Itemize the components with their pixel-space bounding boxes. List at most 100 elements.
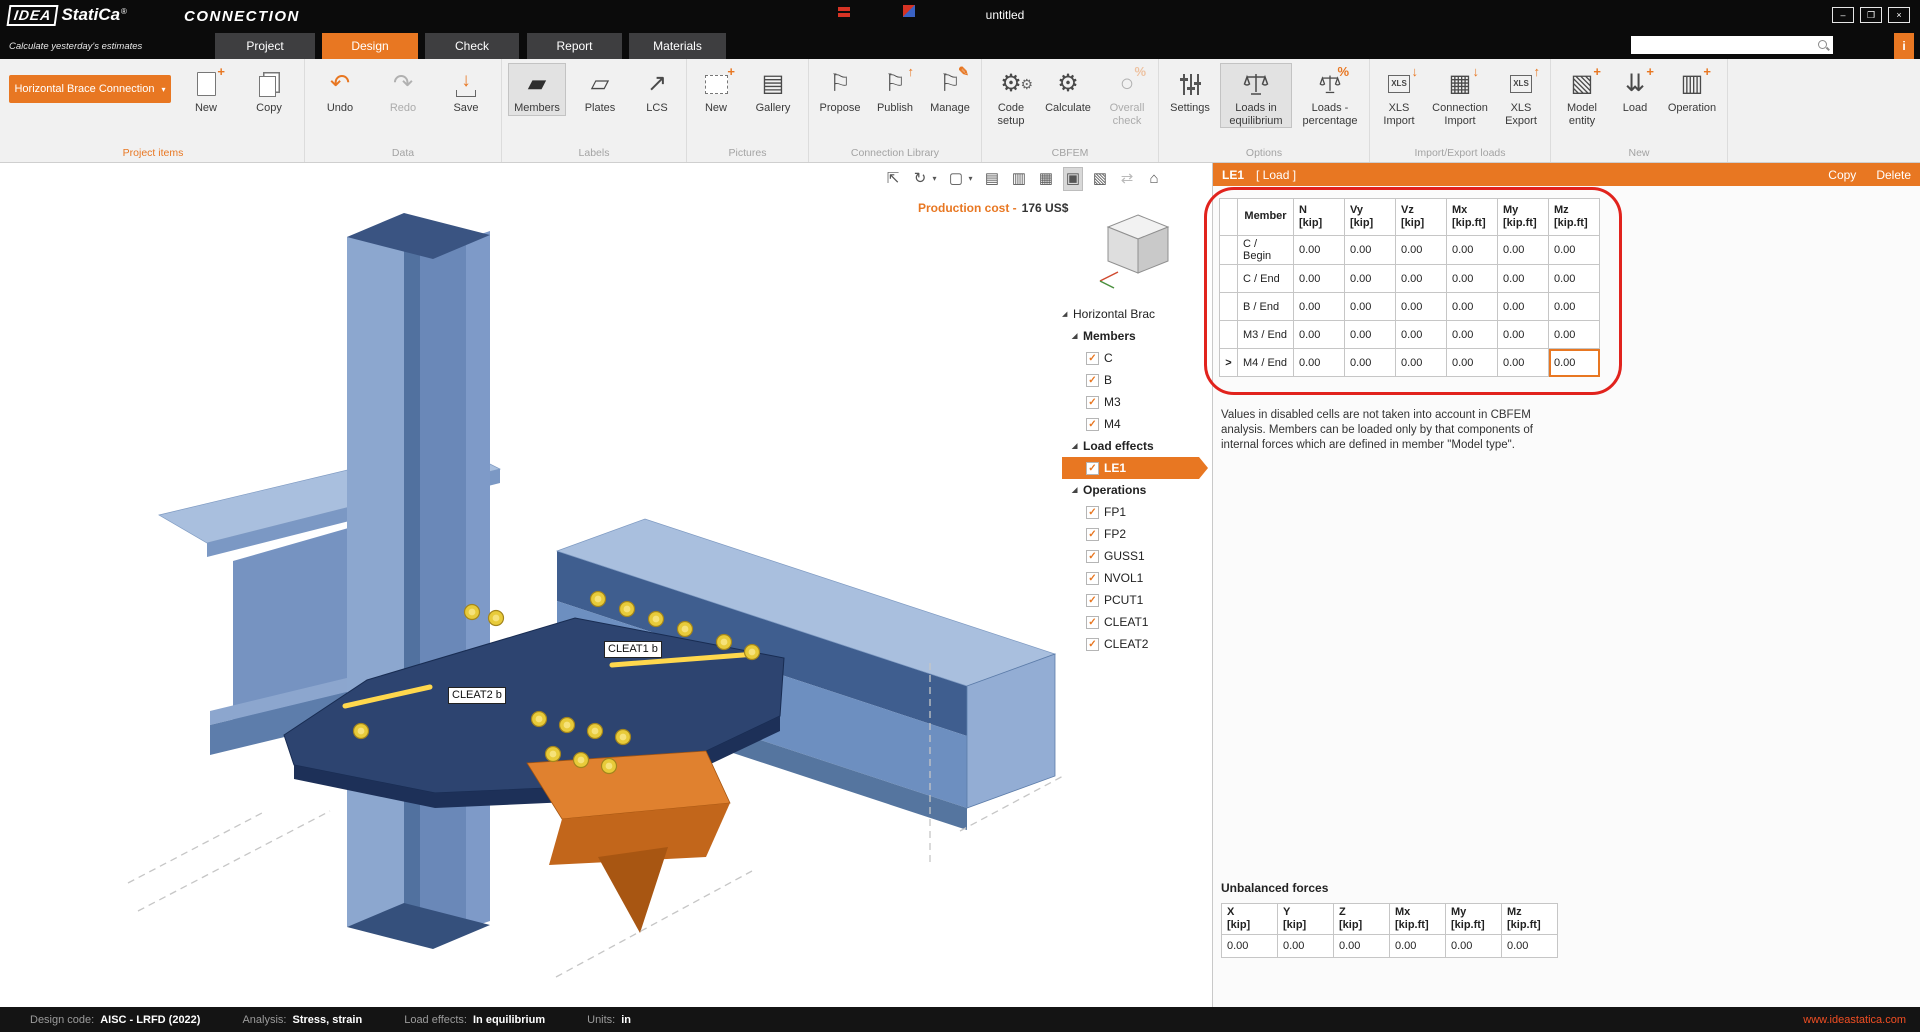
orbit-icon[interactable]: ↻ — [911, 168, 929, 190]
view-transparent-icon[interactable]: ▧ — [1091, 168, 1109, 190]
new-model-entity-button[interactable]: ▧+ Model entity — [1558, 64, 1606, 127]
load-value-cell[interactable]: 0.00 — [1294, 236, 1345, 265]
load-value-cell[interactable]: 0.00 — [1447, 265, 1498, 293]
row-selector[interactable] — [1220, 321, 1238, 349]
checkbox-checked[interactable]: ✓ — [1086, 550, 1099, 563]
load-value-cell[interactable]: 0.00 — [1294, 349, 1345, 377]
undo-button[interactable]: ↶ Undo — [312, 64, 368, 115]
load-value-cell[interactable]: 0.00 — [1396, 321, 1447, 349]
expander-icon[interactable]: ◢ — [1072, 442, 1083, 450]
checkbox-checked[interactable]: ✓ — [1086, 396, 1099, 409]
gallery-button[interactable]: ▤ Gallery — [745, 64, 801, 115]
tree-group-operations[interactable]: ◢ Operations — [1062, 479, 1208, 501]
load-value-cell[interactable]: 0.00 — [1294, 321, 1345, 349]
website-link[interactable]: www.ideastatica.com — [1803, 1014, 1906, 1026]
load-value-cell[interactable]: 0.00 — [1294, 293, 1345, 321]
publish-button[interactable]: ⚐↑ Publish — [871, 64, 919, 115]
tree-group-members[interactable]: ◢ Members — [1062, 325, 1208, 347]
cleat1-model-label[interactable]: CLEAT1 b — [604, 641, 662, 658]
view-shaded-icon[interactable]: ▦ — [1037, 168, 1055, 190]
copy-load-button[interactable]: Copy — [1828, 168, 1856, 182]
checkbox-checked[interactable]: ✓ — [1086, 616, 1099, 629]
load-value-cell[interactable]: 0.00 — [1447, 293, 1498, 321]
new-picture-button[interactable]: + New — [694, 64, 738, 115]
manage-button[interactable]: ⚐✎ Manage — [926, 64, 974, 115]
select-box-icon[interactable]: ▢ — [947, 168, 965, 190]
loads-in-equilibrium-toggle[interactable]: Loads in equilibrium — [1221, 64, 1291, 127]
tree-item-pcut1[interactable]: ✓ PCUT1 — [1062, 589, 1208, 611]
checkbox-checked[interactable]: ✓ — [1086, 374, 1099, 387]
settings-button[interactable]: Settings — [1166, 64, 1214, 115]
connection-import-button[interactable]: ▦↓ Connection Import — [1428, 64, 1492, 127]
view-iso-icon[interactable]: ▤ — [983, 168, 1001, 190]
search-box[interactable] — [1631, 36, 1833, 54]
3d-viewport[interactable]: ⇱ ↻ ▾ ▢ ▾ ▤ ▥ ▦ ▣ ▧ ⇄ ⌂ Production cost … — [0, 163, 1212, 1007]
tree-item-fp2[interactable]: ✓ FP2 — [1062, 523, 1208, 545]
load-value-cell[interactable]: 0.00 — [1549, 236, 1600, 265]
load-value-cell[interactable]: 0.00 — [1396, 236, 1447, 265]
load-value-cell[interactable]: 0.00 — [1345, 293, 1396, 321]
load-value-cell[interactable]: 0.00 — [1345, 265, 1396, 293]
load-value-cell[interactable]: 0.00 — [1396, 293, 1447, 321]
checkbox-checked[interactable]: ✓ — [1086, 462, 1099, 475]
load-value-cell[interactable]: 0.00 — [1498, 265, 1549, 293]
navigation-cube[interactable] — [1092, 207, 1184, 291]
load-value-cell[interactable]: 0.00 — [1447, 236, 1498, 265]
checkbox-checked[interactable]: ✓ — [1086, 594, 1099, 607]
load-value-cell[interactable]: 0.00 — [1498, 236, 1549, 265]
load-value-cell[interactable]: 0.00 — [1345, 321, 1396, 349]
load-value-cell[interactable]: 0.00 — [1549, 265, 1600, 293]
new-load-button[interactable]: ⇊+ Load — [1613, 64, 1657, 115]
tree-item-cleat2[interactable]: ✓ CLEAT2 — [1062, 633, 1208, 655]
select-caret-icon[interactable]: ▾ — [967, 168, 974, 190]
tab-materials[interactable]: Materials — [629, 33, 726, 59]
close-button[interactable]: × — [1888, 7, 1910, 23]
propose-button[interactable]: ⚐ Propose — [816, 64, 864, 115]
row-selector[interactable] — [1220, 236, 1238, 265]
view-front-icon[interactable]: ▥ — [1010, 168, 1028, 190]
plates-labels-toggle[interactable]: ▱ Plates — [572, 64, 628, 115]
tab-design[interactable]: Design — [322, 33, 418, 59]
tab-check[interactable]: Check — [425, 33, 519, 59]
checkbox-checked[interactable]: ✓ — [1086, 418, 1099, 431]
code-setup-button[interactable]: ⚙⚙ Code setup — [989, 64, 1033, 127]
checkbox-checked[interactable]: ✓ — [1086, 638, 1099, 651]
lcs-toggle[interactable]: ↗ LCS — [635, 64, 679, 115]
load-value-cell[interactable]: 0.00 — [1447, 321, 1498, 349]
info-badge[interactable]: i — [1894, 33, 1914, 59]
tree-item-member-m3[interactable]: ✓ M3 — [1062, 391, 1208, 413]
connection-type-dropdown[interactable]: Horizontal Brace Connection ▾ — [9, 75, 171, 103]
loads-percentage-toggle[interactable]: % Loads - percentage — [1298, 64, 1362, 127]
tree-group-load-effects[interactable]: ◢ Load effects — [1062, 435, 1208, 457]
xls-import-button[interactable]: XLS↓ XLS Import — [1377, 64, 1421, 127]
tree-item-member-m4[interactable]: ✓ M4 — [1062, 413, 1208, 435]
tree-item-guss1[interactable]: ✓ GUSS1 — [1062, 545, 1208, 567]
load-value-cell[interactable]: 0.00 — [1294, 265, 1345, 293]
tree-item-cleat1[interactable]: ✓ CLEAT1 — [1062, 611, 1208, 633]
checkbox-checked[interactable]: ✓ — [1086, 352, 1099, 365]
load-value-cell[interactable]: 0.00 — [1396, 349, 1447, 377]
load-value-cell[interactable]: 0.00 — [1447, 349, 1498, 377]
new-project-item-button[interactable]: + New — [178, 64, 234, 115]
view-solid-icon[interactable]: ▣ — [1064, 168, 1082, 190]
tab-project[interactable]: Project — [215, 33, 315, 59]
tree-root[interactable]: ◢ Horizontal Brac — [1062, 303, 1208, 325]
tree-item-le1-selected[interactable]: ✓ LE1 — [1062, 457, 1208, 479]
tree-item-member-b[interactable]: ✓ B — [1062, 369, 1208, 391]
delete-load-button[interactable]: Delete — [1876, 168, 1911, 182]
orbit-caret-icon[interactable]: ▾ — [931, 168, 938, 190]
xls-export-button[interactable]: XLS↑ XLS Export — [1499, 64, 1543, 127]
connection-3d-model[interactable] — [0, 163, 1212, 1007]
search-icon[interactable] — [1817, 39, 1830, 52]
calculate-button[interactable]: ⚙ Calculate — [1040, 64, 1096, 115]
load-value-cell[interactable]: 0.00 — [1498, 293, 1549, 321]
load-value-cell[interactable]: 0.00 — [1549, 321, 1600, 349]
tab-report[interactable]: Report — [527, 33, 622, 59]
load-value-cell[interactable]: 0.00 — [1345, 349, 1396, 377]
members-labels-toggle[interactable]: ▰ Members — [509, 64, 565, 115]
tree-item-member-c[interactable]: ✓ C — [1062, 347, 1208, 369]
checkbox-checked[interactable]: ✓ — [1086, 528, 1099, 541]
row-selector[interactable] — [1220, 265, 1238, 293]
expander-icon[interactable]: ◢ — [1072, 332, 1083, 340]
fit-view-icon[interactable]: ⇱ — [884, 168, 902, 190]
